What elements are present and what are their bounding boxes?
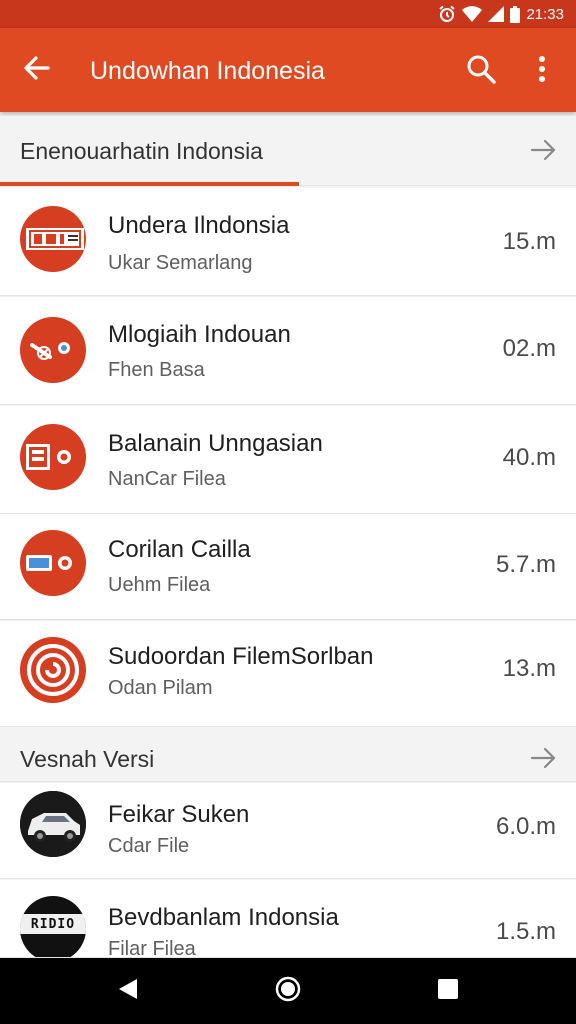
more-options-button[interactable]: [524, 50, 560, 92]
item-title: Balanain Unngasian: [108, 430, 323, 457]
item-title: Feikar Suken: [108, 801, 250, 828]
nav-home-icon: [274, 975, 302, 1008]
section-title: Vesnah Versi: [20, 746, 155, 772]
item-size: 5.7.m: [495, 551, 556, 578]
app-bar: Undowhan Indonesia: [0, 28, 576, 112]
item-title: Corilan Cailla: [108, 536, 251, 563]
item-title: Undera Ilndonsia: [108, 212, 290, 239]
list-item[interactable]: RIDIO Bevdbanlam Indonsia Filar Filea 1.…: [0, 880, 576, 958]
list-item[interactable]: Feikar Suken Cdar File 6.0.m: [0, 783, 576, 879]
item-title: Bevdbanlam Indonsia: [108, 904, 339, 931]
radio-app-icon: RIDIO: [20, 896, 86, 957]
item-subtitle: Odan Pilam: [108, 677, 213, 699]
page-title: Undowhan Indonesia: [90, 57, 325, 85]
search-icon: [466, 54, 496, 89]
alarm-icon: [438, 5, 456, 23]
radio-badge-text: RIDIO: [30, 916, 76, 932]
signal-icon: [488, 6, 505, 22]
back-button[interactable]: [16, 50, 56, 90]
item-subtitle: NanCar Filea: [108, 468, 226, 490]
item-title: Sudoordan FilemSorlban: [108, 643, 374, 670]
item-size: 13.m: [502, 655, 556, 682]
printer-app-icon: [20, 424, 86, 490]
arrow-back-icon: [22, 54, 50, 87]
search-button[interactable]: [460, 50, 502, 92]
section-title: Enenouarhatin Indonsia: [20, 138, 263, 164]
item-size: 15.m: [502, 228, 556, 255]
status-time: 21:33: [526, 5, 564, 23]
item-subtitle: Fhen Basa: [108, 359, 205, 381]
list-item[interactable]: Corilan Cailla Uehm Filea 5.7.m: [0, 514, 576, 620]
list-item[interactable]: Sudoordan FilemSorlban Odan Pilam 13.m: [0, 621, 576, 727]
tools-app-icon: [20, 317, 86, 383]
more-vert-icon: [538, 55, 546, 87]
swirl-app-icon: [20, 637, 86, 703]
nav-home-button[interactable]: [268, 971, 308, 1011]
item-size: 6.0.m: [495, 813, 556, 840]
nav-recents-icon: [437, 978, 459, 1005]
arrow-right-icon[interactable]: [530, 138, 558, 162]
battery-icon: [510, 5, 521, 23]
item-subtitle: Cdar File: [108, 835, 190, 857]
item-subtitle: Uehm Filea: [108, 574, 211, 596]
card-app-icon: [20, 530, 86, 596]
status-bar: 21:33: [0, 0, 576, 28]
item-subtitle: Ukar Semarlang: [108, 252, 253, 274]
wifi-icon: [462, 6, 483, 22]
section-header[interactable]: Enenouarhatin Indonsia: [0, 116, 576, 186]
nav-back-button[interactable]: [108, 971, 148, 1011]
list-item[interactable]: Undera Ilndonsia Ukar Semarlang 15.m: [0, 188, 576, 296]
car-app-icon: [20, 791, 86, 857]
item-size: 40.m: [502, 444, 556, 471]
status-icons: 21:33: [438, 4, 564, 24]
tv-app-icon: [20, 206, 86, 272]
arrow-right-icon[interactable]: [530, 746, 558, 770]
item-size: 1.5.m: [495, 918, 556, 945]
tab-indicator: [0, 182, 299, 186]
item-subtitle: Filar Filea: [108, 938, 196, 958]
list-item[interactable]: Balanain Unngasian NanCar Filea 40.m: [0, 406, 576, 514]
nav-recents-button[interactable]: [428, 971, 468, 1011]
list-item[interactable]: Mlogiaih Indouan Fhen Basa 02.m: [0, 297, 576, 405]
item-title: Mlogiaih Indouan: [108, 321, 291, 348]
nav-back-icon: [117, 977, 139, 1006]
system-nav-bar: [0, 958, 576, 1024]
section-header[interactable]: Vesnah Versi: [0, 728, 576, 782]
item-size: 02.m: [502, 335, 556, 362]
